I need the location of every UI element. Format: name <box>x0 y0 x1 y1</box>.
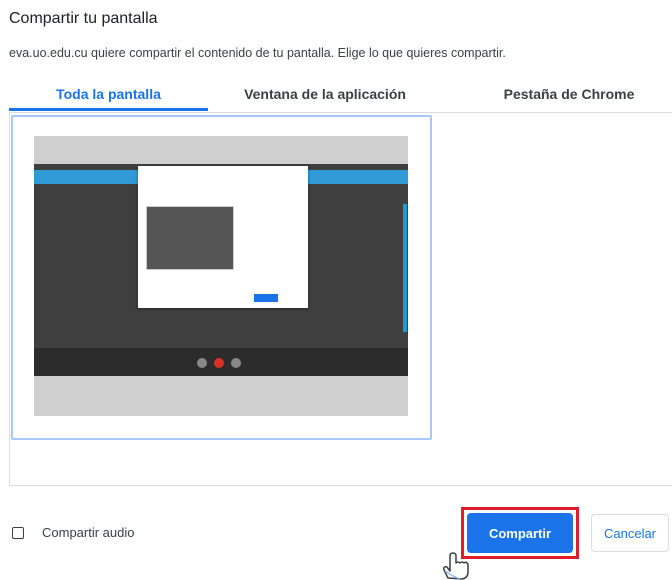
screen-preview <box>34 136 408 416</box>
preview-sidebar-strip <box>403 204 407 332</box>
preview-nested-thumb <box>146 206 234 270</box>
preview-nested-dialog <box>138 166 308 308</box>
hand-pointer-icon <box>443 552 469 580</box>
tab-application-window[interactable]: Ventana de la aplicación <box>225 80 425 111</box>
tab-chrome-tab[interactable]: Pestaña de Chrome <box>469 80 669 111</box>
preview-mic-control <box>197 358 207 368</box>
preview-nested-button <box>254 294 278 302</box>
preview-hangup-control <box>214 358 224 368</box>
dialog-subtitle: eva.uo.edu.cu quiere compartir el conten… <box>9 46 506 60</box>
cancel-button[interactable]: Cancelar <box>591 514 669 552</box>
audio-checkbox-label[interactable]: Compartir audio <box>42 525 135 540</box>
tab-bar: Toda la pantalla Ventana de la aplicació… <box>9 80 672 113</box>
preview-camera-control <box>231 358 241 368</box>
audio-checkbox[interactable] <box>12 527 24 539</box>
dialog-title: Compartir tu pantalla <box>9 10 158 27</box>
tab-entire-screen[interactable]: Toda la pantalla <box>9 80 208 111</box>
share-button[interactable]: Compartir <box>467 513 573 553</box>
